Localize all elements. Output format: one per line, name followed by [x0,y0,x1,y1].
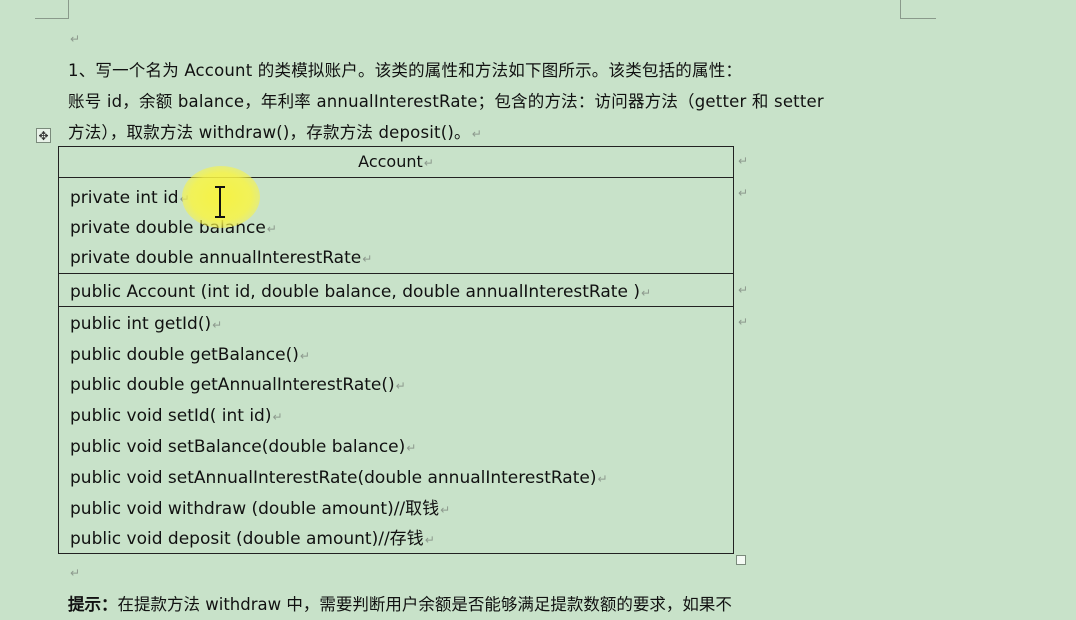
constructor-cell[interactable]: public Account (int id, double balance, … [59,274,733,307]
method-row: public void setAnnualInterestRate(double… [70,468,608,488]
row-end-mark: ↵ [738,154,749,168]
tip-label: 提示： [68,595,118,614]
paragraph-mark: ↵ [440,503,451,517]
table-move-handle[interactable]: ✥ [36,128,51,143]
method-row: public void withdraw (double amount)//取钱… [70,499,451,519]
crop-mark-right-horizontal [900,18,936,19]
intro-line: 账号 id，余额 balance，年利率 annualInterestRate；… [68,92,824,111]
paragraph-mark: ↵ [471,127,482,141]
paragraph-mark: ↵ [212,318,223,332]
crop-mark-right-vertical [900,0,901,19]
crop-mark-left-vertical [68,0,69,19]
method-row: public int getId()↵ [70,314,223,334]
class-name-cell[interactable]: Account↵ [59,147,733,178]
tip-paragraph: 提示：在提款方法 withdraw 中，需要判断用户余额是否能够满足提款数额的要… [68,590,732,620]
paragraph-mark: ↵ [597,472,608,486]
paragraph-mark: ↵ [362,252,373,266]
uml-class-table: Account↵ private int id↵ private double … [58,146,734,554]
table-resize-handle[interactable] [736,555,746,565]
paragraph-mark: ↵ [299,349,310,363]
class-name: Account↵ [358,152,434,171]
tip-text: 在提款方法 withdraw 中，需要判断用户余额是否能够满足提款数额的要求，如… [117,595,732,614]
attributes-cell[interactable]: private int id↵ private double balance↵ … [59,178,733,274]
row-end-mark: ↵ [738,186,749,200]
method-row: public void setBalance(double balance)↵ [70,437,417,457]
method-row: public void setId( int id)↵ [70,406,283,426]
constructor-row: public Account (int id, double balance, … [70,282,652,302]
row-end-mark: ↵ [738,315,749,329]
paragraph-mark: ↵ [406,441,417,455]
crop-mark-left-horizontal [35,18,69,19]
methods-cell[interactable]: public int getId()↵ public double getBal… [59,307,733,553]
paragraph-mark: ↵ [424,533,435,547]
intro-line: 1、写一个名为 Account 的类模拟账户。该类的属性和方法如下图所示。该类包… [68,61,743,80]
paragraph-mark: ↵ [640,286,652,300]
row-end-mark: ↵ [738,283,749,297]
paragraph-mark: ↵ [70,566,81,580]
paragraph-mark: ↵ [423,156,434,170]
attribute-row: private int id↵ [70,183,190,214]
paragraph-mark: ↵ [272,410,283,424]
method-row: public void deposit (double amount)//存钱↵ [70,529,435,549]
paragraph-mark: ↵ [70,32,81,46]
method-row: public double getBalance()↵ [70,345,310,365]
intro-paragraph: 1、写一个名为 Account 的类模拟账户。该类的属性和方法如下图所示。该类包… [68,55,928,150]
attribute-row: private double annualInterestRate↵ [70,248,373,268]
paragraph-mark: ↵ [266,222,277,236]
move-icon: ✥ [38,129,49,143]
text-cursor-icon [215,186,225,218]
method-row: public double getAnnualInterestRate()↵ [70,375,406,395]
paragraph-mark: ↵ [395,379,406,393]
